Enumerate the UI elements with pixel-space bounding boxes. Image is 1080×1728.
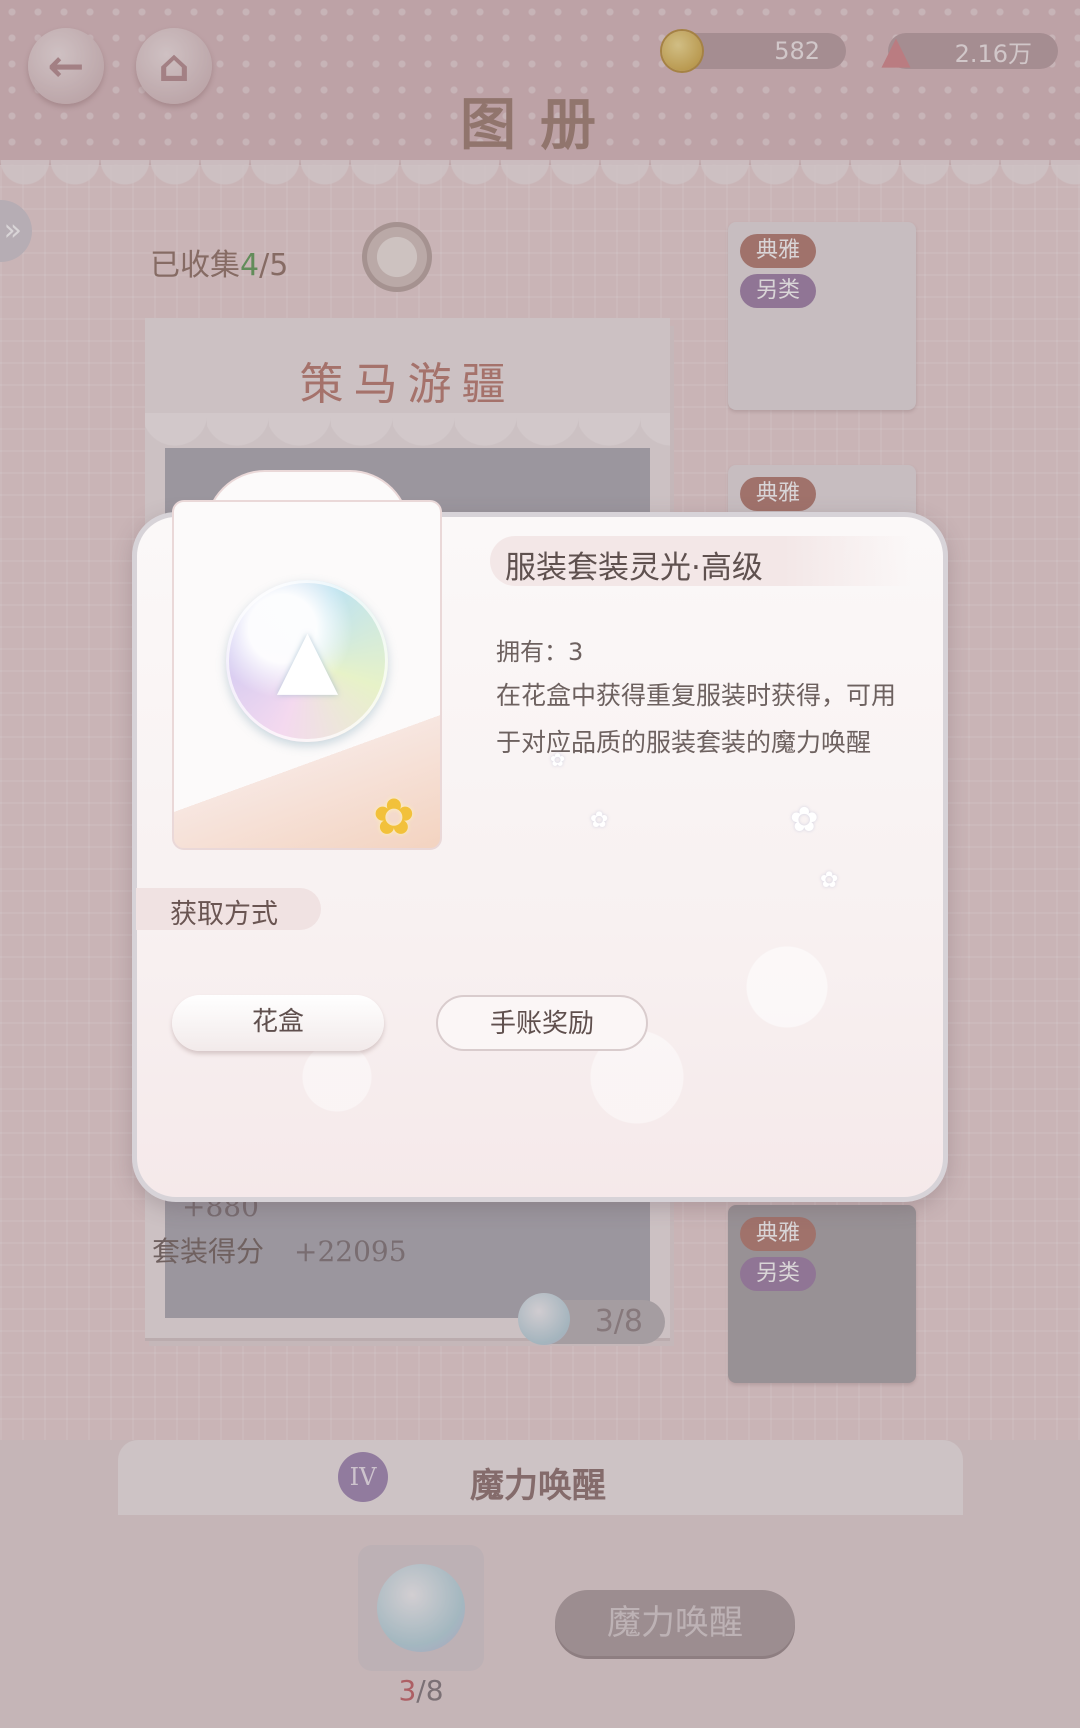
- dress-icon: ▲: [276, 611, 339, 704]
- flower-icon: ✿: [373, 788, 415, 846]
- source-button-flower-box[interactable]: 花盒: [172, 995, 384, 1051]
- sparkle-icon: ✿: [590, 808, 609, 833]
- item-name: 服装套装灵光·高级: [505, 550, 763, 586]
- source-section-label: 获取方式: [170, 899, 278, 930]
- owned-count: 拥有：3: [496, 638, 584, 666]
- sparkle-icon: ✿: [790, 800, 819, 840]
- sparkle-icon: ✿: [820, 868, 839, 893]
- sparkle-icon: ✿: [550, 750, 566, 771]
- source-button-journal-reward[interactable]: 手账奖励: [436, 995, 648, 1051]
